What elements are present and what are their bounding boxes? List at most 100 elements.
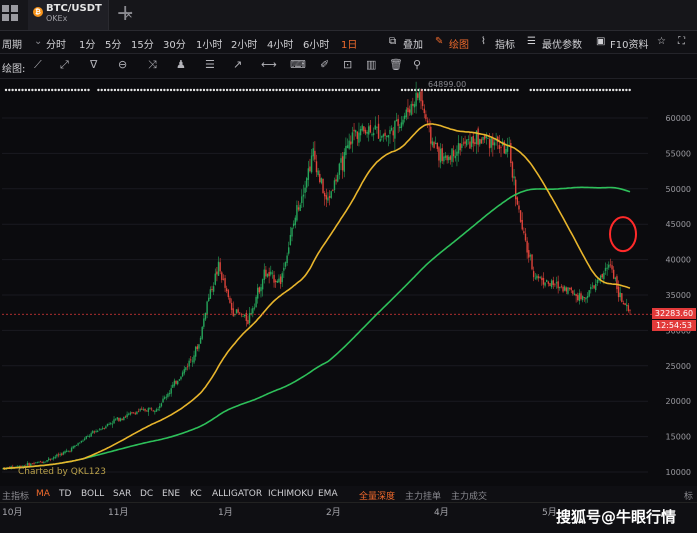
indicator-boll[interactable]: BOLL	[81, 489, 104, 499]
candle-body	[74, 445, 76, 448]
ray-tool-icon[interactable]: ⤢	[60, 58, 69, 72]
favorite-star-icon[interactable]: ☆	[657, 36, 666, 47]
candle-body	[539, 277, 541, 278]
signal-dot	[625, 88, 628, 92]
channel-tool-icon[interactable]: ∇	[90, 58, 97, 71]
candle-body	[116, 417, 118, 420]
shape-tool-icon[interactable]: ⊖	[118, 58, 127, 71]
indicator-ene[interactable]: ENE	[162, 489, 180, 499]
draw-icon[interactable]: ✎	[435, 36, 443, 47]
text-tool-icon[interactable]: ⌨	[290, 58, 306, 71]
period-chevron-icon[interactable]: ⌄	[34, 36, 42, 47]
signal-dot	[258, 88, 262, 92]
brush-tool-icon[interactable]: ✐	[320, 58, 329, 71]
signal-dot	[84, 88, 87, 92]
candle-body	[505, 148, 507, 154]
candle-body	[172, 384, 174, 388]
candle-body	[560, 286, 563, 288]
fib-tool-icon[interactable]: ☰	[205, 58, 215, 71]
add-tab-icon[interactable]: +	[116, 2, 134, 26]
indicator-sar[interactable]: SAR	[113, 489, 131, 499]
candle-body	[239, 312, 241, 314]
candle-body	[534, 277, 536, 279]
trendline-tool-icon[interactable]: ⟋	[34, 58, 42, 72]
indicator-alligator[interactable]: ALLIGATOR	[212, 489, 262, 499]
period-1d[interactable]: 1日	[341, 36, 357, 51]
f10-button[interactable]: F10资料	[610, 36, 648, 51]
indicator-ichimoku[interactable]: ICHIMOKU	[268, 489, 313, 499]
period-1h[interactable]: 1小时	[196, 36, 222, 51]
pattern-tool-icon[interactable]: ⤨	[148, 58, 157, 72]
main-trades-button[interactable]: 主力成交	[451, 489, 487, 502]
indicator-button[interactable]: 指标	[495, 36, 515, 51]
candle-body	[211, 288, 213, 291]
bars-tool-icon[interactable]: ▥	[366, 58, 376, 71]
indicator-kc[interactable]: KC	[190, 489, 202, 499]
measure-tool-icon[interactable]: ⟷	[261, 58, 277, 71]
candle-body	[563, 286, 566, 291]
candle-body	[410, 104, 412, 115]
indicator-td[interactable]: TD	[59, 489, 71, 499]
candle-body	[301, 196, 303, 204]
signal-dot	[615, 88, 618, 92]
layout-grid-icon[interactable]	[2, 5, 20, 23]
delete-tool-icon[interactable]: 🗑	[389, 58, 403, 71]
params-icon[interactable]: ☰	[527, 36, 536, 47]
price-chart[interactable]: 1000015000200002500030000350004000045000…	[0, 79, 697, 485]
f10-icon[interactable]: ▣	[596, 36, 605, 47]
period-15m[interactable]: 15分	[131, 36, 154, 51]
candle-body	[273, 274, 275, 283]
signal-dot	[486, 88, 489, 92]
candle-body	[528, 250, 530, 258]
candle-body	[590, 286, 592, 290]
candle-body	[90, 433, 92, 437]
period-4h[interactable]: 4小时	[267, 36, 293, 51]
candle-body	[310, 155, 313, 173]
candle-body	[67, 450, 70, 452]
signal-dot	[156, 88, 159, 92]
signal-dot	[315, 88, 318, 92]
person-tool-icon[interactable]: ♟	[176, 58, 186, 71]
period-timeline[interactable]: 分时	[46, 36, 66, 51]
signal-dot	[189, 88, 192, 92]
tab-btc-usdt[interactable]: ₿ BTC/USDT OKEx ×	[28, 0, 133, 30]
candle-body	[542, 278, 545, 285]
candle-body	[190, 359, 192, 361]
draw-button[interactable]: 绘图	[449, 36, 469, 51]
overlay-icon[interactable]: ⧉	[389, 36, 396, 47]
period-1m[interactable]: 1分	[79, 36, 95, 51]
candle-body	[276, 280, 279, 283]
y-tick-label: 20000	[666, 397, 691, 406]
fullscreen-icon[interactable]: ⛶	[678, 36, 685, 47]
magnet-tool-icon[interactable]: ⊡	[343, 58, 352, 71]
indicator-ma[interactable]: MA	[36, 489, 50, 499]
overlay-button[interactable]: 叠加	[403, 36, 423, 51]
main-orders-button[interactable]: 主力挂单	[405, 489, 441, 502]
period-5m[interactable]: 5分	[105, 36, 121, 51]
indicator-ema[interactable]: EMA	[318, 489, 338, 499]
signal-dot	[285, 88, 288, 92]
indicator-dc[interactable]: DC	[140, 489, 153, 499]
arrow-tool-icon[interactable]: ↗	[233, 58, 242, 71]
candle-body	[128, 413, 130, 415]
indicator-icon[interactable]: ⌇	[481, 36, 486, 47]
lock-tool-icon[interactable]: ⚲	[413, 58, 421, 71]
period-30m[interactable]: 30分	[163, 36, 186, 51]
candle-body	[570, 287, 572, 291]
candle-body	[155, 409, 158, 412]
candle-body	[129, 412, 132, 415]
signal-dot	[348, 88, 351, 92]
candle-body	[595, 283, 597, 291]
best-params-button[interactable]: 最优参数	[542, 36, 582, 51]
period-2h[interactable]: 2小时	[231, 36, 257, 51]
signal-dot	[74, 88, 77, 92]
candle-body	[33, 463, 35, 465]
candle-body	[358, 132, 360, 143]
signal-dot	[496, 88, 499, 92]
candlestick-chart[interactable]: 1000015000200002500030000350004000045000…	[0, 79, 697, 485]
candle-body	[257, 287, 259, 299]
candle-body	[41, 462, 43, 464]
full-depth-button[interactable]: 全量深度	[359, 489, 395, 502]
candle-body	[315, 161, 318, 173]
period-6h[interactable]: 6小时	[303, 36, 329, 51]
